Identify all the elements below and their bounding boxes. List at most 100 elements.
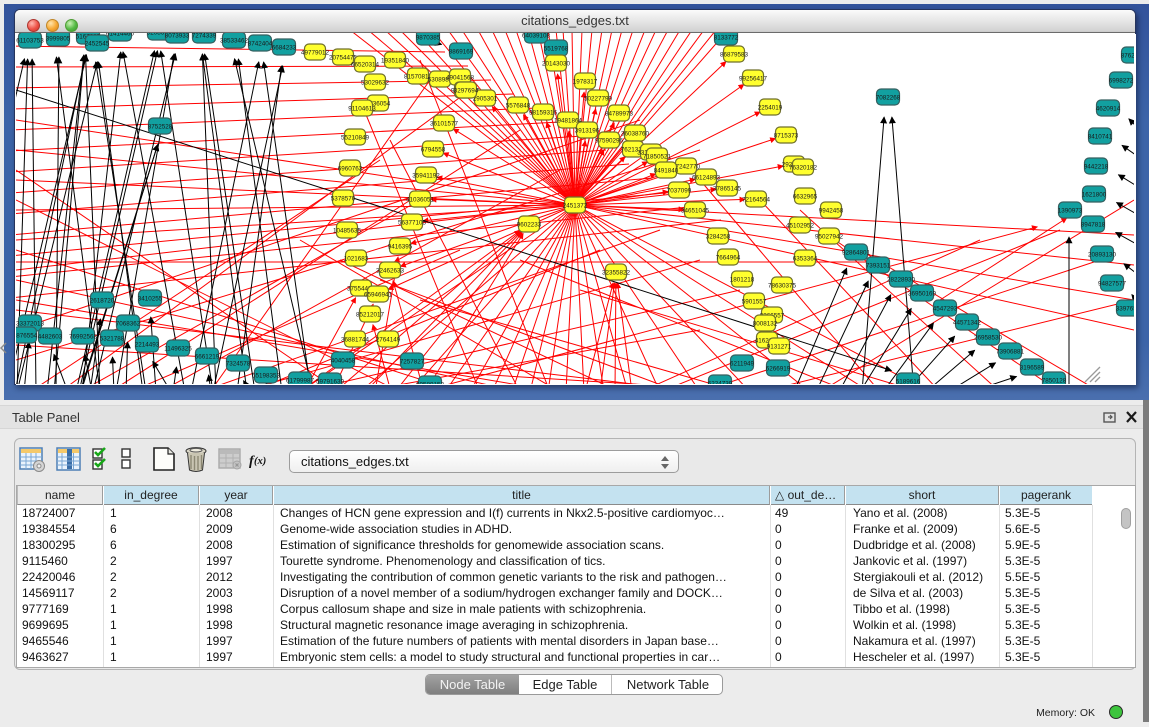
svg-text:6661219: 6661219: [195, 354, 220, 361]
svg-text:36950169: 36950169: [908, 291, 937, 298]
svg-text:7664964: 7664964: [716, 255, 741, 262]
svg-text:6684233: 6684233: [272, 45, 297, 52]
svg-text:7393151: 7393151: [866, 263, 891, 270]
svg-text:34651045: 34651045: [681, 208, 710, 215]
svg-text:8762825: 8762825: [1121, 53, 1134, 60]
svg-text:6224739: 6224739: [708, 381, 733, 385]
svg-text:41036051: 41036051: [406, 197, 435, 204]
svg-text:9870385: 9870385: [416, 35, 441, 42]
svg-text:5378570: 5378570: [331, 196, 356, 203]
svg-text:37865145: 37865145: [713, 186, 742, 193]
svg-text:59791639: 59791639: [316, 379, 345, 385]
svg-text:99256417: 99256417: [739, 76, 768, 83]
svg-text:5519768: 5519768: [544, 46, 569, 53]
svg-text:44571342: 44571342: [953, 320, 982, 327]
svg-text:28228930: 28228930: [887, 277, 916, 284]
svg-text:19351840: 19351840: [381, 58, 410, 65]
svg-text:2214493: 2214493: [135, 342, 160, 349]
svg-text:2451372: 2451372: [563, 203, 588, 210]
svg-text:9416395: 9416395: [388, 244, 413, 251]
svg-text:36101577: 36101577: [430, 121, 459, 128]
svg-text:6960763: 6960763: [338, 166, 363, 173]
svg-text:3999805: 3999805: [46, 36, 71, 43]
svg-text:7082268: 7082268: [876, 95, 901, 102]
svg-text:10485635: 10485635: [333, 228, 362, 235]
svg-text:2905301: 2905301: [473, 96, 498, 103]
svg-text:20143030: 20143030: [542, 61, 571, 68]
svg-text:98159316: 98159316: [529, 110, 558, 117]
svg-text:8715373: 8715373: [774, 133, 799, 140]
svg-text:76992568: 76992568: [69, 334, 98, 341]
svg-text:6211949: 6211949: [730, 361, 755, 368]
svg-text:8752528: 8752528: [148, 124, 173, 131]
svg-text:55210849: 55210849: [341, 135, 370, 142]
svg-text:9442218: 9442218: [1084, 164, 1109, 171]
svg-text:3297694: 3297694: [454, 88, 479, 95]
svg-text:9942458: 9942458: [819, 208, 844, 215]
svg-text:8008132: 8008132: [753, 321, 778, 328]
svg-text:38533462: 38533462: [220, 38, 249, 45]
svg-text:36038760: 36038760: [621, 131, 650, 138]
svg-text:6794558: 6794558: [421, 147, 446, 154]
svg-text:7324578: 7324578: [226, 361, 251, 368]
svg-text:45102952: 45102952: [786, 223, 815, 230]
svg-text:4482603: 4482603: [38, 334, 63, 341]
svg-text:1801218: 1801218: [730, 277, 755, 284]
svg-text:20893130: 20893130: [1088, 252, 1117, 259]
svg-text:8073933: 8073933: [165, 33, 190, 40]
svg-text:1978317: 1978317: [573, 79, 598, 86]
svg-text:2764149: 2764149: [376, 337, 401, 344]
svg-text:64039108: 64039108: [522, 33, 551, 40]
svg-text:61799987: 61799987: [286, 378, 315, 385]
svg-text:91104613: 91104613: [348, 106, 376, 113]
svg-text:3196589: 3196589: [1020, 365, 1045, 372]
svg-text:61103753: 61103753: [16, 38, 44, 45]
svg-text:1621800: 1621800: [1082, 192, 1107, 199]
svg-text:76320182: 76320182: [789, 165, 818, 172]
svg-text:49779012: 49779012: [301, 50, 330, 57]
svg-text:8947818: 8947818: [1081, 222, 1106, 229]
svg-text:55198353: 55198353: [252, 373, 281, 380]
svg-text:20754475: 20754475: [329, 55, 358, 62]
svg-text:4040458: 4040458: [331, 358, 356, 365]
svg-text:95027942: 95027942: [815, 234, 844, 241]
svg-text:26958530: 26958530: [974, 335, 1003, 342]
svg-text:7876554: 7876554: [16, 333, 38, 340]
svg-text:49041568: 49041568: [446, 75, 475, 82]
svg-text:92864801: 92864801: [842, 250, 871, 257]
svg-text:9602233: 9602233: [517, 222, 542, 229]
svg-text:(x): (x): [254, 456, 266, 467]
svg-text:6998272: 6998272: [1109, 78, 1134, 85]
svg-text:36881744: 36881744: [341, 337, 370, 344]
svg-text:61414460: 61414460: [106, 33, 135, 38]
svg-text:73906881: 73906881: [996, 349, 1025, 356]
svg-text:66124893: 66124893: [692, 175, 721, 182]
svg-text:69589152: 69589152: [416, 382, 445, 385]
svg-text:86879583: 86879583: [720, 52, 749, 59]
svg-text:7850128: 7850128: [1042, 378, 1067, 385]
svg-text:94827577: 94827577: [1098, 281, 1127, 288]
svg-text:4620914: 4620914: [1096, 106, 1121, 113]
svg-text:78630375: 78630375: [768, 283, 797, 290]
svg-text:65946941: 65946941: [364, 292, 393, 299]
svg-text:1021683: 1021683: [344, 256, 369, 263]
svg-text:7257827: 7257827: [400, 359, 425, 366]
svg-text:2254019: 2254019: [758, 105, 783, 112]
svg-text:5189616: 5189616: [896, 379, 921, 385]
svg-text:6266919: 6266919: [766, 366, 791, 373]
svg-text:11496325: 11496325: [164, 346, 192, 353]
svg-text:2618720: 2618720: [90, 298, 115, 305]
svg-text:4547293: 4547293: [933, 306, 958, 313]
svg-text:6632965: 6632965: [793, 194, 818, 201]
svg-text:32355822: 32355822: [602, 270, 631, 277]
svg-text:5321788: 5321788: [100, 336, 125, 343]
svg-text:8133772: 8133772: [714, 35, 739, 42]
svg-text:85212017: 85212017: [356, 312, 385, 319]
svg-text:8491840: 8491840: [654, 168, 679, 175]
svg-text:7274339: 7274339: [192, 33, 217, 40]
svg-text:56377105: 56377105: [398, 220, 427, 227]
svg-text:5576848: 5576848: [506, 103, 531, 110]
svg-text:3913196: 3913196: [575, 128, 600, 135]
svg-text:3397658: 3397658: [1116, 306, 1134, 313]
svg-text:71850521: 71850521: [643, 154, 672, 161]
